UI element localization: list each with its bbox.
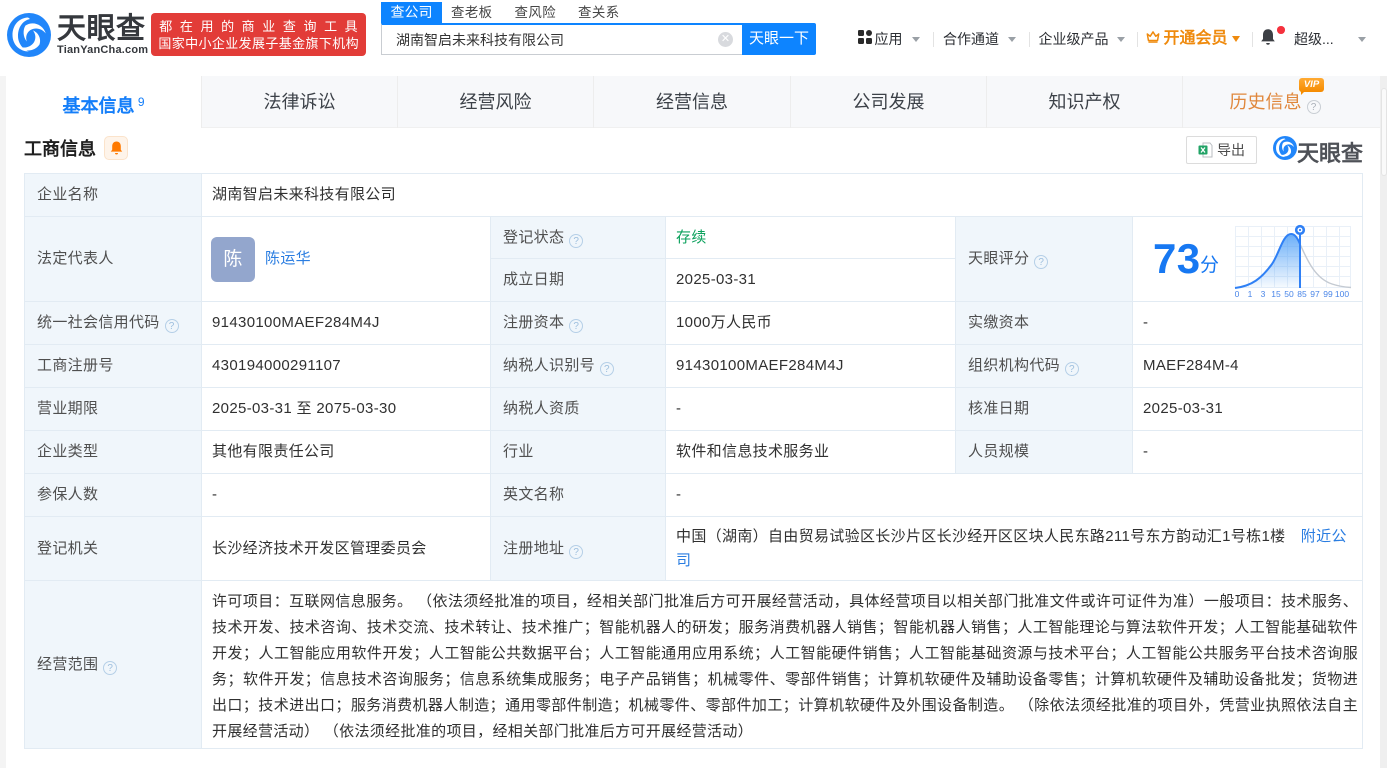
svg-text:15: 15 xyxy=(1271,289,1281,299)
svg-text:99: 99 xyxy=(1323,289,1333,299)
svg-text:3: 3 xyxy=(1261,289,1266,299)
svg-text:50: 50 xyxy=(1284,289,1294,299)
svg-text:100: 100 xyxy=(1335,289,1349,299)
svg-text:97: 97 xyxy=(1310,289,1320,299)
svg-text:85: 85 xyxy=(1297,289,1307,299)
svg-text:1: 1 xyxy=(1248,289,1253,299)
svg-text:0: 0 xyxy=(1235,289,1240,299)
